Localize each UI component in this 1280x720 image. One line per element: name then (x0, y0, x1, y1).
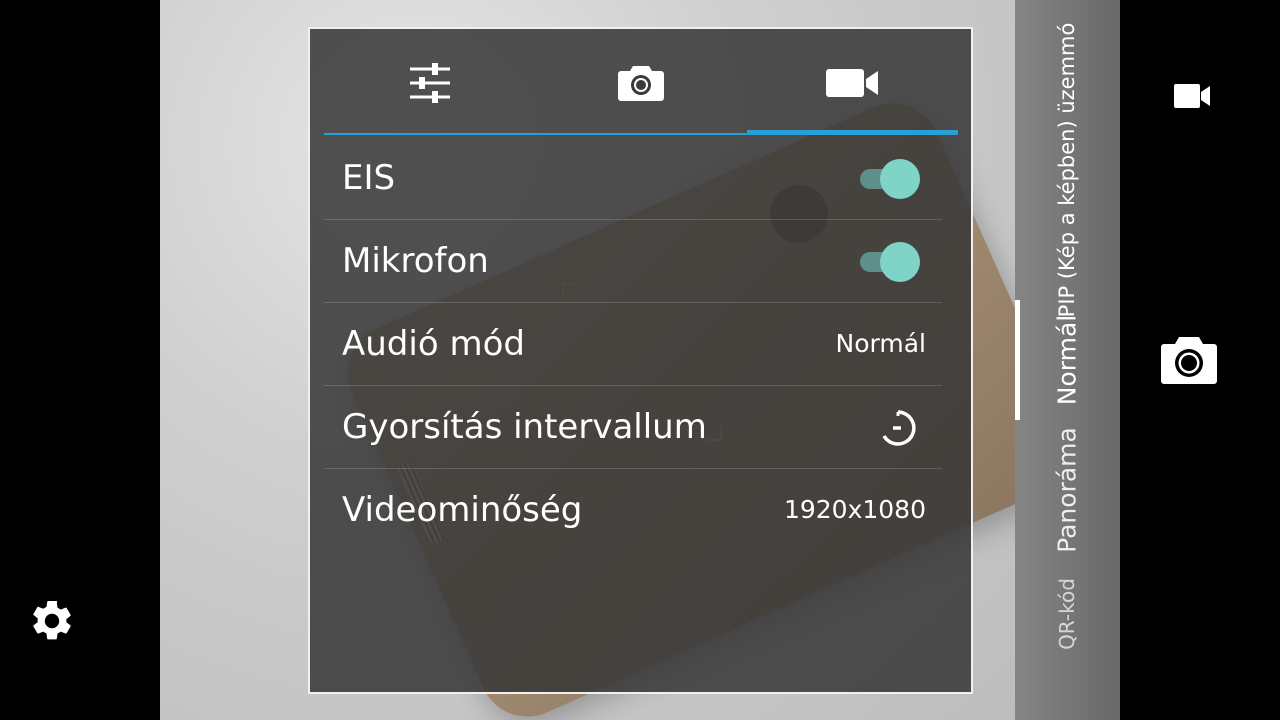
settings-panel: EIS Mikrofon Audió mód Normál Gyorsítás … (308, 27, 973, 694)
tab-photo-settings[interactable] (535, 29, 746, 137)
gear-icon (33, 600, 71, 640)
setting-row-video-quality[interactable]: Videominőség 1920x1080 (324, 469, 942, 551)
videocam-icon (1174, 84, 1210, 108)
settings-list: EIS Mikrofon Audió mód Normál Gyorsítás … (324, 137, 942, 551)
videocam-icon (825, 69, 878, 97)
active-tab-indicator (747, 130, 958, 135)
setting-row-audio-mode[interactable]: Audió mód Normál (324, 303, 942, 386)
sliders-icon (409, 63, 450, 103)
left-control-bar (0, 0, 160, 720)
selected-mode-indicator (1015, 300, 1020, 420)
settings-tabs (324, 29, 958, 137)
setting-label: Gyorsítás intervallum (342, 407, 707, 447)
settings-button[interactable] (28, 597, 76, 645)
audio-mode-value: Normál (835, 329, 926, 358)
mode-normal[interactable]: Normál (1053, 315, 1082, 405)
video-quality-value: 1920x1080 (783, 495, 926, 524)
toggle-thumb (880, 242, 920, 282)
setting-label: Videominőség (342, 490, 583, 530)
setting-label: EIS (342, 158, 396, 198)
setting-label: Audió mód (342, 324, 525, 364)
eis-toggle[interactable] (856, 159, 920, 199)
shutter-button[interactable] (1160, 334, 1218, 386)
toggle-thumb (880, 159, 920, 199)
setting-row-microphone[interactable]: Mikrofon (324, 220, 942, 303)
tab-video-settings[interactable] (747, 29, 958, 137)
microphone-toggle[interactable] (856, 242, 920, 282)
tab-general-settings[interactable] (324, 29, 535, 137)
mode-panorama[interactable]: Panoráma (1053, 427, 1082, 553)
camera-icon (1161, 337, 1217, 384)
mode-qr-code[interactable]: QR-kód (1055, 578, 1079, 650)
record-video-button[interactable] (1172, 76, 1212, 116)
setting-row-eis[interactable]: EIS (324, 137, 942, 220)
mode-selector-strip[interactable]: PIP (Kép a képben) üzemmó Normál Panorám… (1015, 0, 1120, 720)
setting-row-time-lapse[interactable]: Gyorsítás intervallum (324, 386, 942, 469)
right-control-bar (1120, 0, 1280, 720)
camera-icon (617, 66, 664, 101)
mode-pip[interactable]: PIP (Kép a képben) üzemmó (1055, 23, 1079, 318)
setting-label: Mikrofon (342, 241, 489, 281)
timer-off-icon (882, 410, 916, 446)
